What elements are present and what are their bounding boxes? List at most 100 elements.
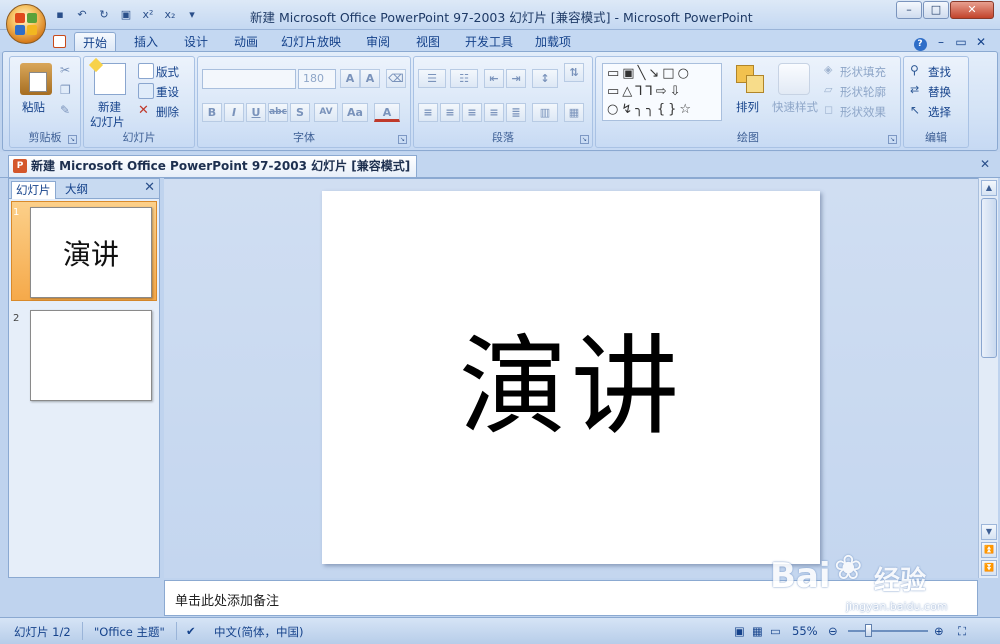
select-button[interactable]: 选择	[928, 104, 951, 120]
shapes-gallery[interactable]: ▭▣╲↘□○ ▭△⅂⅂⇨⇩ ○↯╮╮{}☆	[602, 63, 722, 121]
theme-name[interactable]: "Office 主题"	[94, 624, 165, 640]
arrange-icon[interactable]	[734, 63, 766, 95]
cut-icon[interactable]: ✂	[60, 63, 76, 79]
document-tab[interactable]: P 新建 Microsoft Office PowerPoint 97-2003…	[8, 155, 418, 177]
select-icon[interactable]: ↖	[910, 103, 926, 119]
zoom-slider[interactable]	[848, 630, 928, 632]
save-icon[interactable]: ▪	[52, 7, 68, 23]
distribute-icon[interactable]: ≣	[506, 103, 526, 122]
bullets-icon[interactable]: ☰	[418, 69, 446, 88]
quick-styles-icon[interactable]	[778, 63, 810, 95]
char-spacing-icon[interactable]: AV	[314, 103, 338, 122]
delete-button[interactable]: 删除	[156, 104, 179, 120]
normal-view-icon[interactable]: ▣	[734, 624, 745, 638]
paragraph-launcher-icon[interactable]: ↘	[580, 135, 589, 144]
tab-home[interactable]: 开始	[74, 32, 116, 52]
slide-title-text[interactable]: 演讲	[459, 300, 683, 456]
shape-effects-icon[interactable]: ◻	[824, 103, 840, 119]
tab-design[interactable]: 设计	[176, 32, 216, 52]
increase-indent-icon[interactable]: ⇥	[506, 69, 526, 88]
tab-animations[interactable]: 动画	[226, 32, 266, 52]
reset-icon[interactable]	[138, 83, 154, 99]
strikethrough-icon[interactable]: abc	[268, 103, 288, 122]
bold-icon[interactable]: B	[202, 103, 222, 122]
new-slide-line1[interactable]: 新建	[98, 99, 121, 115]
paste-icon[interactable]	[20, 63, 52, 95]
find-button[interactable]: 查找	[928, 64, 951, 80]
paste-button[interactable]: 粘贴	[22, 99, 45, 115]
slide-thumb[interactable]: 演讲	[30, 207, 152, 298]
help-icon[interactable]: ?	[912, 32, 928, 52]
layout-icon[interactable]	[138, 63, 154, 79]
line-spacing-icon[interactable]: ↕	[532, 69, 558, 88]
print-preview-icon[interactable]: ▣	[118, 7, 134, 23]
office-button[interactable]	[6, 4, 46, 44]
document-close-icon[interactable]: ✕	[980, 157, 990, 171]
fit-to-window-icon[interactable]: ⛶	[958, 624, 966, 639]
zoom-in-icon[interactable]: ⊕	[934, 624, 944, 638]
undo-icon[interactable]: ↶	[74, 7, 90, 23]
smartart-icon[interactable]: ▦	[564, 103, 584, 122]
arrange-button[interactable]: 排列	[736, 99, 759, 115]
close-button[interactable]: ✕	[950, 1, 994, 19]
subscript-icon[interactable]: x₂	[162, 7, 178, 23]
tab-insert[interactable]: 插入	[126, 32, 166, 52]
next-slide-icon[interactable]: ⏬	[981, 560, 997, 576]
grow-font-icon[interactable]: A	[340, 69, 360, 88]
ribbon-restore-icon[interactable]: ▭	[954, 32, 968, 52]
columns-icon[interactable]: ▥	[532, 103, 558, 122]
slideshow-view-icon[interactable]: ▭	[770, 624, 781, 638]
align-right-icon[interactable]: ≡	[462, 103, 482, 122]
maximize-button[interactable]: □	[923, 1, 949, 19]
shadow-icon[interactable]: S	[290, 103, 310, 122]
decrease-indent-icon[interactable]: ⇤	[484, 69, 504, 88]
layout-button[interactable]: 版式	[156, 64, 179, 80]
font-size-combo[interactable]: 180	[298, 69, 336, 89]
font-name-combo[interactable]	[202, 69, 296, 89]
copy-icon[interactable]: ❐	[60, 83, 76, 99]
change-case-icon[interactable]: Aa	[342, 103, 368, 122]
zoom-out-icon[interactable]: ⊖	[828, 624, 838, 638]
scroll-up-icon[interactable]: ▲	[981, 180, 997, 196]
spell-check-icon[interactable]: ✔	[186, 624, 196, 638]
superscript-icon[interactable]: x²	[140, 7, 156, 23]
new-slide-line2[interactable]: 幻灯片	[90, 114, 125, 130]
vertical-scrollbar[interactable]: ▲ ▼ ⏫ ⏬	[978, 178, 998, 578]
tab-slides[interactable]: 幻灯片	[11, 181, 56, 199]
shape-outline-icon[interactable]: ▱	[824, 83, 840, 99]
redo-icon[interactable]: ↻	[96, 7, 112, 23]
zoom-slider-knob[interactable]	[865, 624, 872, 637]
reset-button[interactable]: 重设	[156, 84, 179, 100]
customize-qat-icon[interactable]: ▾	[184, 7, 200, 23]
tab-view[interactable]: 视图	[408, 32, 448, 52]
align-left-icon[interactable]: ≡	[418, 103, 438, 122]
scroll-down-icon[interactable]: ▼	[981, 524, 997, 540]
shape-effects-button[interactable]: 形状效果	[840, 104, 886, 120]
tab-developer[interactable]: 开发工具	[460, 32, 518, 52]
ribbon-minimize-icon[interactable]: –	[934, 32, 948, 52]
slide-sorter-icon[interactable]: ▦	[752, 624, 763, 638]
delete-icon[interactable]: ✕	[138, 103, 154, 119]
font-color-icon[interactable]: A	[374, 103, 400, 122]
clipboard-launcher-icon[interactable]: ↘	[68, 135, 77, 144]
shrink-font-icon[interactable]: A	[360, 69, 380, 88]
minimize-button[interactable]: –	[896, 1, 922, 19]
find-icon[interactable]: ⚲	[910, 63, 926, 79]
align-center-icon[interactable]: ≡	[440, 103, 460, 122]
tab-addins[interactable]: 加载项	[530, 32, 576, 52]
numbering-icon[interactable]: ☷	[450, 69, 478, 88]
clear-format-icon[interactable]: ⌫	[386, 69, 406, 88]
quick-styles-button[interactable]: 快速样式	[772, 99, 818, 115]
pane-close-icon[interactable]: ✕	[144, 180, 155, 195]
replace-icon[interactable]: ⇄	[910, 83, 926, 99]
shape-fill-button[interactable]: 形状填充	[840, 64, 886, 80]
format-painter-icon[interactable]: ✎	[60, 103, 76, 119]
italic-icon[interactable]: I	[224, 103, 244, 122]
underline-icon[interactable]: U	[246, 103, 266, 122]
ribbon-close-icon[interactable]: ✕	[974, 32, 988, 52]
replace-button[interactable]: 替换	[928, 84, 951, 100]
slide-thumb[interactable]	[30, 310, 152, 401]
previous-slide-icon[interactable]: ⏫	[981, 542, 997, 558]
tab-outline[interactable]: 大纲	[61, 181, 92, 199]
shape-fill-icon[interactable]: ◈	[824, 63, 840, 79]
